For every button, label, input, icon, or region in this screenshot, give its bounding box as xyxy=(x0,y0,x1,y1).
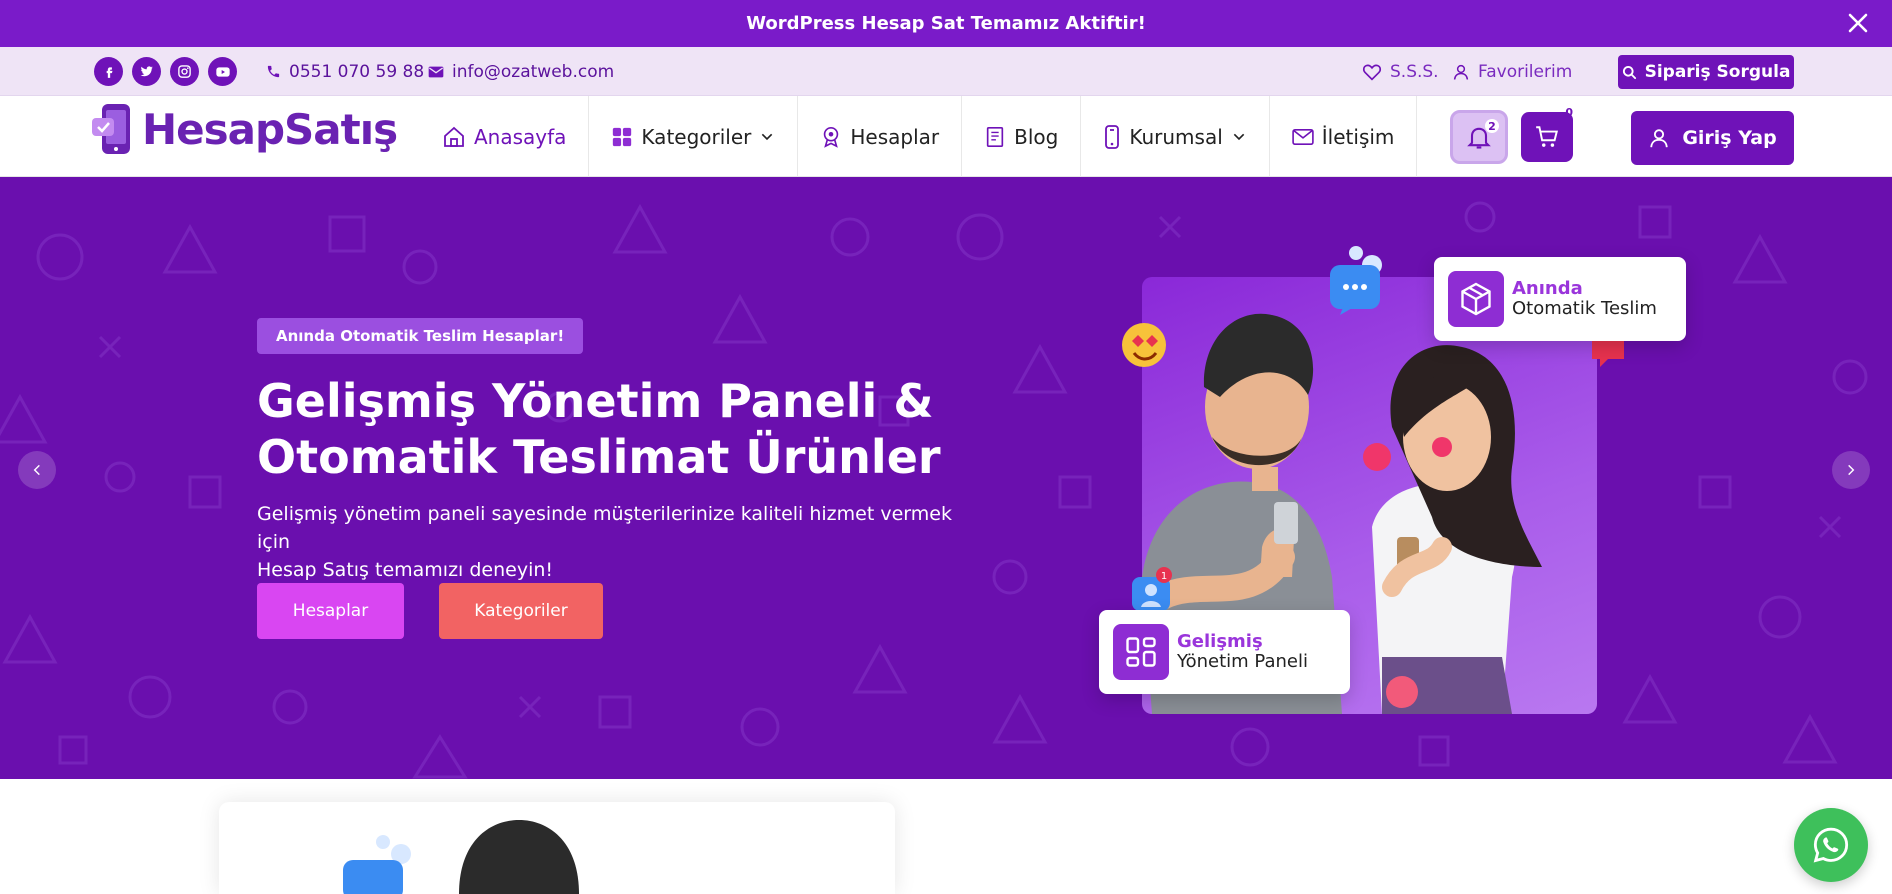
nav-item-iletisim[interactable]: İletişim xyxy=(1270,96,1418,177)
nav-label: Blog xyxy=(1014,124,1059,149)
card-title: Gelişmiş xyxy=(1177,631,1263,652)
heart-icon xyxy=(1362,64,1382,81)
hero-slider: Anında Otomatik Teslim Hesaplar! Gelişmi… xyxy=(0,177,1892,779)
notification-count: 2 xyxy=(1485,119,1499,133)
user-icon xyxy=(1453,64,1469,80)
nav-label: Kategoriler xyxy=(641,124,752,149)
logo-phone-icon xyxy=(92,104,130,154)
hero-description: Gelişmiş yönetim paneli sayesinde müşter… xyxy=(257,500,977,584)
faq-link[interactable]: S.S.S. xyxy=(1362,47,1439,96)
chevron-left-icon xyxy=(33,464,40,476)
nav-menu: Anasayfa Kategoriler Hesaplar Blog Kurum… xyxy=(420,96,1418,177)
nav-label: Kurumsal xyxy=(1129,124,1223,149)
notifications-button[interactable]: 2 xyxy=(1450,110,1508,164)
cart-icon xyxy=(1536,126,1558,147)
cart-count: 0 xyxy=(1565,106,1573,119)
nav-item-anasayfa[interactable]: Anasayfa xyxy=(420,96,590,177)
card-title: Anında xyxy=(1512,278,1583,299)
instagram-icon[interactable] xyxy=(170,57,199,86)
user-icon xyxy=(1650,129,1669,148)
phone-icon xyxy=(1105,124,1120,149)
dashboard-icon xyxy=(1113,624,1169,680)
product-card-illustration xyxy=(343,820,579,894)
nav-label: İletişim xyxy=(1321,124,1395,149)
twitter-icon[interactable] xyxy=(132,57,161,86)
whatsapp-button[interactable] xyxy=(1794,808,1868,882)
order-query-button[interactable]: Sipariş Sorgula xyxy=(1618,55,1794,89)
envelope-icon xyxy=(428,66,444,77)
phone-icon xyxy=(267,65,280,78)
grid-icon xyxy=(613,127,632,146)
nav-label: Anasayfa xyxy=(474,124,567,149)
badge-icon xyxy=(824,126,839,148)
info-bar: 0551 070 59 88 info@ozatweb.com S.S.S. F… xyxy=(0,47,1892,96)
nav-label: Hesaplar xyxy=(850,124,940,149)
nav-item-hesaplar[interactable]: Hesaplar xyxy=(798,96,963,177)
chevron-right-icon xyxy=(1848,464,1855,476)
card-subtitle: Otomatik Teslim xyxy=(1512,298,1657,319)
login-label: Giriş Yap xyxy=(1682,127,1777,149)
nav-item-kategoriler[interactable]: Kategoriler xyxy=(589,96,799,177)
phone-contact[interactable]: 0551 070 59 88 xyxy=(266,47,424,96)
announcement-text: WordPress Hesap Sat Temamız Aktiftir! xyxy=(746,13,1146,34)
favorites-link[interactable]: Favorilerim xyxy=(1452,47,1572,96)
feature-card-instant-delivery: Anında Otomatik Teslim xyxy=(1434,257,1686,341)
feature-card-admin-panel: Gelişmiş Yönetim Paneli xyxy=(1099,610,1350,694)
chevron-down-icon xyxy=(1233,133,1245,140)
email-contact[interactable]: info@ozatweb.com xyxy=(428,47,614,96)
close-icon[interactable] xyxy=(1846,11,1870,35)
nav-item-kurumsal[interactable]: Kurumsal xyxy=(1081,96,1270,177)
hero-categories-button[interactable]: Kategoriler xyxy=(439,583,603,639)
heart-eyes-emoji-icon xyxy=(1122,323,1166,367)
login-button[interactable]: Giriş Yap xyxy=(1631,111,1794,165)
featured-product-card[interactable] xyxy=(219,802,895,894)
profile-notification-icon: 1 xyxy=(1132,567,1172,611)
svg-text:1: 1 xyxy=(1161,571,1167,582)
slider-next-button[interactable] xyxy=(1832,451,1870,489)
faq-label: S.S.S. xyxy=(1390,61,1439,82)
slider-prev-button[interactable] xyxy=(18,451,56,489)
hero-title-line-1: Gelişmiş Yönetim Paneli & xyxy=(257,374,934,428)
hero-title-line-2: Otomatik Teslimat Ürünler xyxy=(257,430,941,484)
search-icon xyxy=(1622,65,1636,79)
phone-number: 0551 070 59 88 xyxy=(289,61,425,82)
main-navigation: HesapSatış Anasayfa Kategoriler Hesaplar… xyxy=(0,96,1892,177)
announcement-bar: WordPress Hesap Sat Temamız Aktiftir! xyxy=(0,0,1892,47)
chat-bubble-icon xyxy=(1330,246,1382,315)
cart-button[interactable]: 0 xyxy=(1521,106,1573,162)
order-query-label: Sipariş Sorgula xyxy=(1644,62,1791,82)
site-logo[interactable]: HesapSatış xyxy=(92,102,398,156)
hero-title: Gelişmiş Yönetim Paneli & Otomatik Tesli… xyxy=(257,373,977,485)
card-subtitle: Yönetim Paneli xyxy=(1177,651,1308,672)
nav-item-blog[interactable]: Blog xyxy=(962,96,1082,177)
youtube-icon[interactable] xyxy=(208,57,237,86)
book-icon xyxy=(986,126,1004,147)
logo-text: HesapSatış xyxy=(142,104,398,154)
hero-accounts-button[interactable]: Hesaplar xyxy=(257,583,404,639)
whatsapp-icon xyxy=(1813,827,1849,863)
favorites-label: Favorilerim xyxy=(1478,61,1573,82)
home-icon xyxy=(444,126,464,147)
hero-desc-line-2: Hesap Satış temamızı deneyin! xyxy=(257,559,554,581)
hero-badge: Anında Otomatik Teslim Hesaplar! xyxy=(257,318,584,354)
hero-desc-line-1: Gelişmiş yönetim paneli sayesinde müşter… xyxy=(257,503,952,553)
chevron-down-icon xyxy=(762,133,773,140)
box-icon xyxy=(1448,271,1504,327)
mail-icon xyxy=(1292,128,1314,145)
email-address: info@ozatweb.com xyxy=(452,61,615,82)
facebook-icon[interactable] xyxy=(94,57,123,86)
social-links xyxy=(94,57,237,86)
